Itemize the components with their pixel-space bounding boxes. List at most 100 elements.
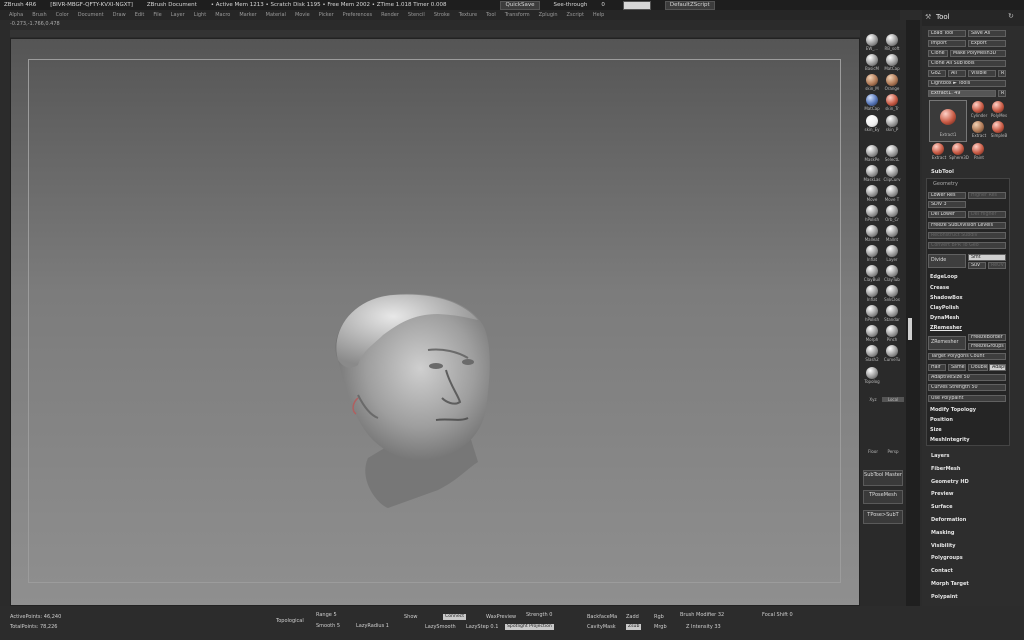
subtool-thumb-icon[interactable] (972, 101, 984, 113)
zadd-toggle[interactable]: Zadd (626, 614, 639, 620)
sculpted-head-model[interactable] (318, 290, 508, 512)
menu-item[interactable]: Texture (459, 12, 477, 18)
subtool-master-button[interactable]: SubTool Master (863, 470, 903, 486)
menu-item[interactable]: Stencil (408, 12, 425, 18)
menu-item[interactable]: Alpha (9, 12, 23, 18)
tool-section-item[interactable]: Contact (931, 568, 953, 574)
freeze-subdivision-button[interactable]: Freeze SubDivision Levels (928, 222, 1006, 229)
tool-section-item[interactable]: Polygroups (931, 555, 963, 561)
tool-section-item[interactable]: Surface (931, 504, 953, 510)
meshintegrity-section[interactable]: MeshIntegrity (930, 437, 970, 443)
brush-icon[interactable] (866, 225, 878, 237)
xyz-button[interactable]: Xyz (862, 397, 884, 402)
brush-icon[interactable] (886, 185, 898, 197)
brush-icon[interactable] (866, 305, 878, 317)
adapt-toggle[interactable]: Adapt (989, 364, 1006, 371)
brush-icon[interactable] (886, 305, 898, 317)
brush-icon[interactable] (886, 205, 898, 217)
brush-icon[interactable] (866, 185, 878, 197)
menu-item[interactable]: Macro (215, 12, 230, 18)
reuv-toggle[interactable]: ReUV (988, 262, 1006, 269)
curves-strength-slider[interactable]: Curves Strength 50 (928, 384, 1006, 391)
clone-all-subtools-button[interactable]: Clone All SubTools (928, 60, 1006, 67)
menu-item[interactable]: Edit (135, 12, 145, 18)
menu-item[interactable]: Preferences (343, 12, 372, 18)
extract-slider[interactable]: Extract1. 49 (928, 90, 996, 97)
material-swatch-icon[interactable] (866, 115, 878, 127)
lazyradius-slider[interactable]: LazyRadius 1 (356, 623, 389, 629)
brush-icon[interactable] (886, 245, 898, 257)
all-button[interactable]: All (948, 70, 966, 77)
brush-icon[interactable] (886, 265, 898, 277)
material-swatch-icon[interactable] (886, 74, 898, 86)
zsub-toggle[interactable]: Zsub (626, 624, 642, 630)
brush-icon[interactable] (886, 285, 898, 297)
freeze-groups-toggle[interactable]: FreezeGroups (968, 343, 1006, 350)
menu-item[interactable]: Transform (505, 12, 530, 18)
local-button[interactable]: Local (882, 397, 904, 402)
brush-icon[interactable] (866, 265, 878, 277)
brush-icon[interactable] (866, 145, 878, 157)
tool-section-item[interactable]: FiberMesh (931, 466, 960, 472)
lazystep-slider[interactable]: LazyStep 0.1 (466, 624, 498, 630)
save-as-button[interactable]: Save As (968, 30, 1006, 37)
clone-button[interactable]: Clone (928, 50, 948, 57)
subtool-thumb-icon[interactable] (992, 101, 1004, 113)
same-button[interactable]: Same (948, 364, 966, 371)
default-zscript-button[interactable]: DefaultZScript (664, 0, 715, 10)
tool-section-item[interactable]: Morph Target (931, 581, 969, 587)
del-lower-button[interactable]: Del Lower (928, 211, 966, 218)
menu-item[interactable]: Color (56, 12, 69, 18)
geometry-header[interactable]: Geometry (933, 181, 958, 187)
floor-button[interactable]: Floor (862, 449, 884, 454)
brush-icon[interactable] (866, 325, 878, 337)
material-swatch-icon[interactable] (866, 94, 878, 106)
tool-section-item[interactable]: Geometry HD (931, 479, 969, 485)
load-tool-button[interactable]: Load Tool (928, 30, 966, 37)
cavity-mask-toggle[interactable]: CavityMask (587, 624, 616, 630)
menu-item[interactable]: Tool (486, 12, 496, 18)
wax-preview-toggle[interactable]: WaxPreview (486, 614, 516, 620)
menu-item[interactable]: Picker (319, 12, 334, 18)
current-tool-thumbnail[interactable]: Extract1 (929, 100, 967, 142)
shadowbox-section[interactable]: ShadowBox (930, 295, 963, 301)
persp-button[interactable]: Persp (882, 449, 904, 454)
menu-item[interactable]: Marker (239, 12, 256, 18)
menus-button[interactable]: Menus (622, 0, 651, 10)
export-button[interactable]: Export (968, 40, 1006, 47)
scrollbar-thumb[interactable] (908, 318, 912, 340)
double-button[interactable]: Double (968, 364, 988, 371)
show-toggle[interactable]: Show (404, 614, 418, 620)
smooth-slider[interactable]: Smooth 5 (316, 623, 340, 629)
strength-slider[interactable]: Strength 0 (526, 612, 552, 618)
import-button[interactable]: Import (928, 40, 966, 47)
size-section[interactable]: Size (930, 427, 942, 433)
menu-item[interactable]: Help (593, 12, 604, 18)
modify-topology-section[interactable]: Modify Topology (930, 407, 976, 413)
brush-modifier-slider[interactable]: Brush Modifier 32 (680, 612, 724, 618)
menu-item[interactable]: File (153, 12, 161, 18)
refresh-icon[interactable]: ↻ (1008, 12, 1014, 20)
menu-item[interactable]: Zplugin (539, 12, 558, 18)
menu-item[interactable]: Document (78, 12, 104, 18)
material-swatch-icon[interactable] (866, 54, 878, 66)
brush-icon[interactable] (886, 345, 898, 357)
dynamesh-section[interactable]: DynaMesh (930, 315, 959, 321)
menu-item[interactable]: Layer (171, 12, 185, 18)
brush-icon[interactable] (886, 145, 898, 157)
adaptive-size-slider[interactable]: AdaptiveSize 50 (928, 374, 1006, 381)
brush-icon[interactable] (886, 225, 898, 237)
goz-button[interactable]: GoZ (928, 70, 946, 77)
tool-section-item[interactable]: Visibility (931, 543, 956, 549)
r-button[interactable]: R (998, 70, 1006, 77)
tool-section-item[interactable]: Deformation (931, 517, 966, 523)
menu-item[interactable]: Light (194, 12, 206, 18)
subtool-section[interactable]: SubTool (931, 169, 954, 175)
zremesher-section[interactable]: ZRemesher (930, 325, 962, 331)
mrgb-toggle[interactable]: Mrgb (654, 624, 667, 630)
subtool-thumb-icon[interactable] (952, 143, 964, 155)
quicksave-button[interactable]: QuickSave (500, 0, 540, 10)
lazysmooth-slider[interactable]: LazySmooth (425, 624, 456, 630)
edgeloop-section[interactable]: EdgeLoop (930, 274, 958, 280)
lower-res-button[interactable]: Lower Res (928, 192, 966, 199)
